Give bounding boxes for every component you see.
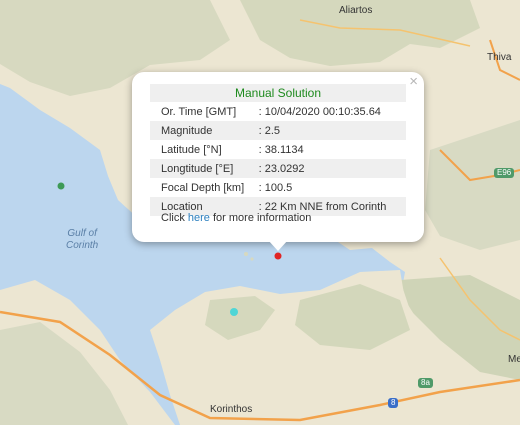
- popup-close-button[interactable]: ×: [409, 73, 418, 90]
- place-label-thiva: Thiva: [487, 52, 512, 63]
- info-row-magnitude: Magnitude : 2.5: [150, 121, 406, 140]
- place-label-korinthos: Korinthos: [210, 404, 253, 415]
- water-label-gulf-of-corinth: Gulf of Corinth: [66, 228, 99, 251]
- earthquake-marker-cyan[interactable]: [230, 308, 238, 316]
- more-info-link[interactable]: here: [188, 212, 210, 224]
- info-row-longitude: Longtitude [°E] : 23.0292: [150, 159, 406, 178]
- road-shield-e96: E96: [494, 168, 515, 178]
- popup-title: Manual Solution: [150, 84, 406, 102]
- more-info-line: Click here for more information: [161, 212, 311, 224]
- info-value: : 38.1134: [258, 143, 304, 156]
- info-value: : 23.0292: [258, 159, 406, 178]
- info-label: Focal Depth [km]: [161, 181, 245, 194]
- info-row-focal-depth: Focal Depth [km] : 100.5: [150, 178, 406, 197]
- earthquake-popup: × Manual Solution Or. Time [GMT] : 10/04…: [132, 72, 424, 242]
- more-info-prefix: Click: [161, 212, 188, 224]
- info-value: : 100.5: [258, 181, 293, 194]
- info-label: Magnitude: [150, 121, 259, 140]
- selected-epicenter-marker[interactable]: [274, 252, 282, 260]
- place-label-aliartos: Aliartos: [339, 5, 373, 16]
- info-row-latitude: Latitude [°N] : 38.1134: [150, 140, 406, 159]
- road-shield-8: 8: [388, 398, 399, 408]
- road-shield-8a: 8a: [418, 378, 433, 388]
- info-value: : 2.5: [258, 121, 406, 140]
- earthquake-marker-green[interactable]: [57, 182, 65, 190]
- more-info-suffix: for more information: [209, 212, 312, 224]
- info-label: Latitude [°N]: [161, 143, 222, 156]
- place-label-partial: Me: [508, 354, 520, 365]
- earthquake-info-table: Or. Time [GMT] : 10/04/2020 00:10:35.64 …: [150, 102, 406, 216]
- info-label: Or. Time [GMT]: [161, 105, 237, 118]
- info-label: Longtitude [°E]: [150, 159, 259, 178]
- popup-pointer: [268, 240, 288, 251]
- info-value: : 10/04/2020 00:10:35.64: [258, 105, 381, 118]
- info-row-origin-time: Or. Time [GMT] : 10/04/2020 00:10:35.64: [150, 102, 406, 121]
